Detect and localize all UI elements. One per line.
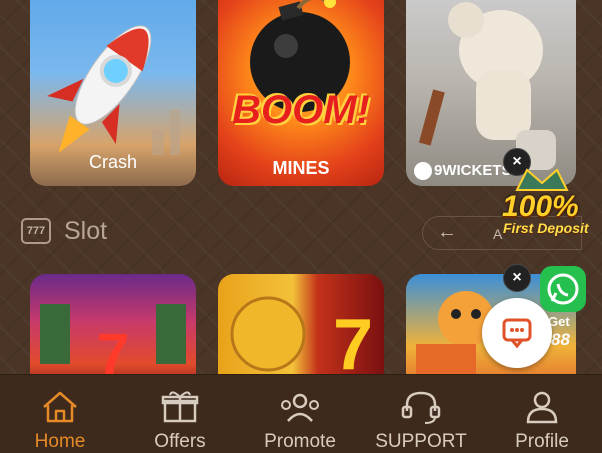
nav-promote-label: Promote <box>264 431 336 452</box>
headset-icon <box>401 391 441 424</box>
people-icon <box>281 393 319 422</box>
chat-button[interactable] <box>482 298 552 368</box>
nav-home-label: Home <box>34 431 86 452</box>
nav-promote[interactable]: Promote <box>240 375 360 453</box>
game-label-mines: MINES <box>272 158 330 178</box>
9wickets-logo-icon <box>414 162 432 180</box>
boom-art-text: BOOM! <box>232 88 370 132</box>
nav-profile[interactable]: Profile <box>482 375 602 453</box>
game-card-mines[interactable]: BOOM! MINES <box>218 0 384 186</box>
slot-prev-arrow-icon[interactable]: ← <box>437 221 457 244</box>
nav-offers-label: Offers <box>154 431 206 452</box>
promo-first-deposit[interactable]: First Deposit <box>503 220 589 236</box>
nav-support[interactable]: SUPPORT <box>361 375 481 453</box>
promo-amount[interactable]: 100% <box>502 190 579 224</box>
nav-support-label: SUPPORT <box>375 431 467 452</box>
slot-section-icon: 777 <box>21 218 51 244</box>
game-card-crash[interactable]: Crash <box>30 0 196 186</box>
game-label-crash: Crash <box>88 152 137 172</box>
nav-home[interactable]: Home <box>0 375 120 453</box>
chat-icon <box>502 318 532 349</box>
svg-text:7: 7 <box>333 305 373 385</box>
gift-icon <box>161 391 199 423</box>
close-icon[interactable]: × <box>503 264 531 292</box>
cricketer-image <box>418 2 556 170</box>
slot-all-link[interactable]: A <box>493 226 502 242</box>
home-icon <box>43 391 77 423</box>
nav-profile-label: Profile <box>515 431 569 452</box>
slot-section-title: Slot <box>64 217 108 245</box>
user-icon <box>526 391 558 424</box>
whatsapp-number-label: 88 <box>551 330 570 349</box>
nav-offers[interactable]: Offers <box>120 375 240 453</box>
game-card-9wickets[interactable]: 9WICKETS <box>406 0 576 186</box>
bottom-navigation: Home Offers Promote SUPPORT Profile <box>0 374 602 453</box>
